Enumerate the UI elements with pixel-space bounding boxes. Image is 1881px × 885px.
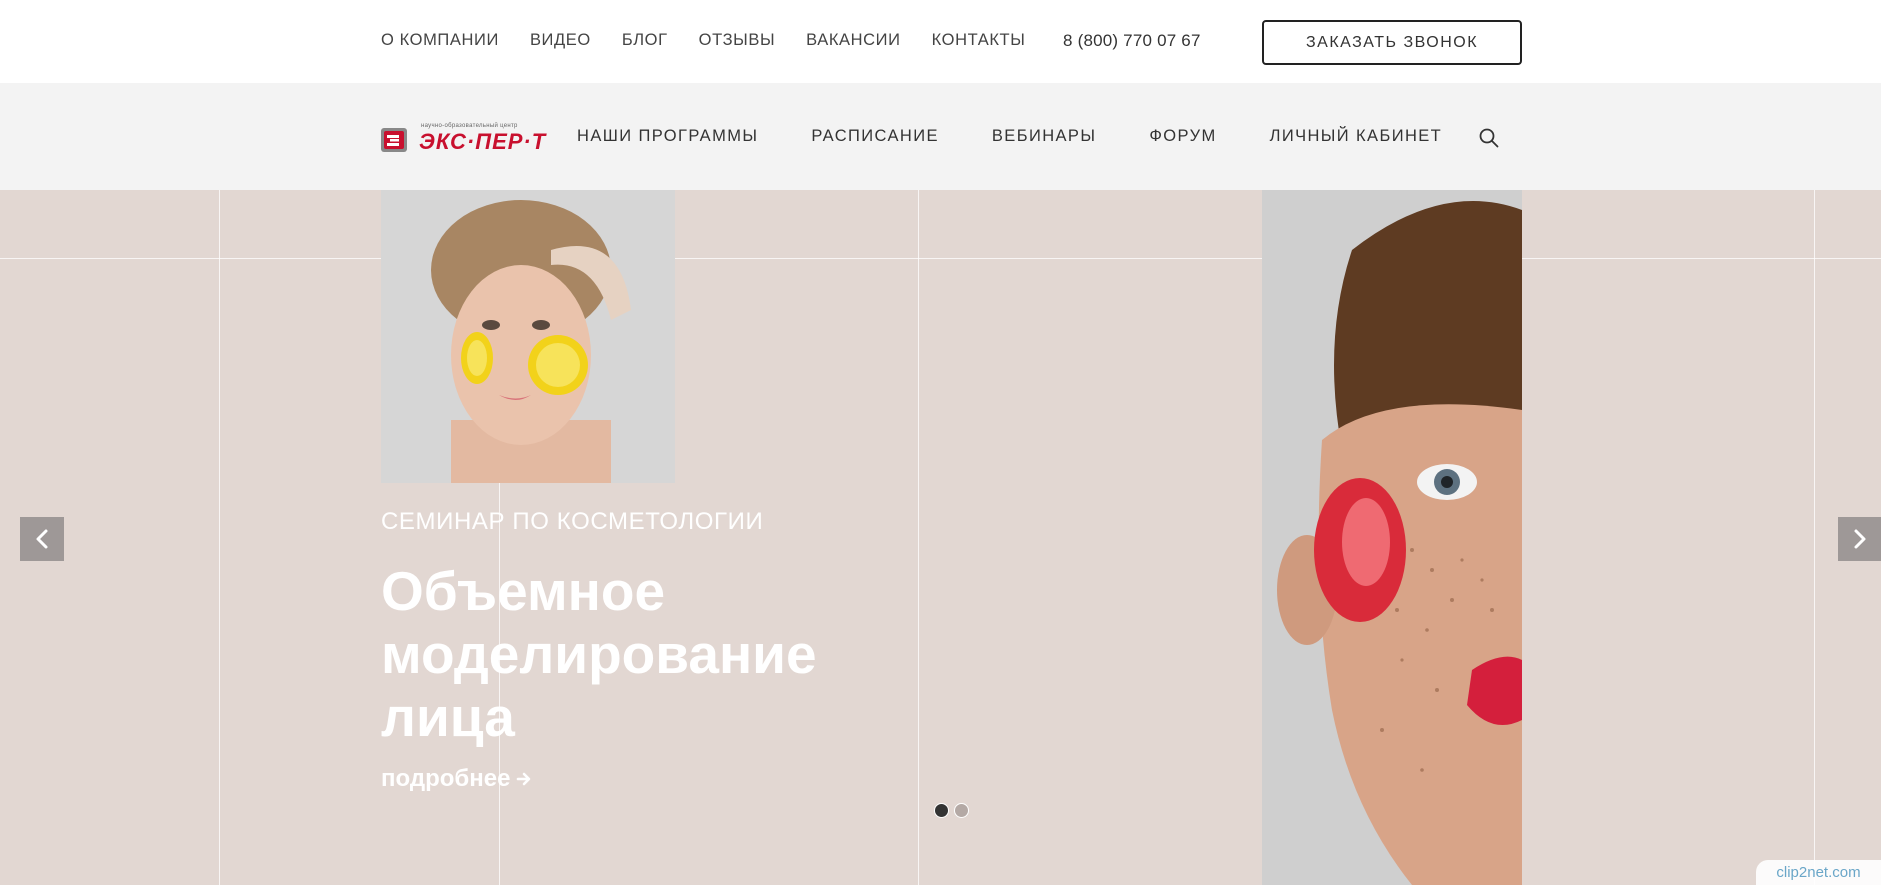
- main-nav-forum[interactable]: ФОРУМ: [1149, 127, 1216, 146]
- portrait-lemon-illustration: [381, 190, 675, 483]
- logo-wordmark: ЭКС·ПЕР·Т: [419, 129, 547, 154]
- model-photo-strawberry: [1262, 190, 1522, 885]
- grid-line: [219, 190, 220, 885]
- top-nav-vacancies[interactable]: ВАКАНСИИ: [806, 31, 900, 50]
- slider-prev-button[interactable]: [20, 517, 64, 561]
- slider-dot-1[interactable]: [934, 803, 949, 818]
- top-nav-contacts[interactable]: КОНТАКТЫ: [932, 31, 1026, 50]
- model-photo-lemon: [381, 190, 675, 483]
- main-nav-account[interactable]: ЛИЧНЫЙ КАБИНЕТ: [1270, 127, 1443, 146]
- more-link-label: подробнее: [381, 765, 511, 792]
- main-nav-bar: научно-образовательный центр ЭКС·ПЕР·Т Н…: [0, 83, 1881, 190]
- search-icon[interactable]: [1478, 127, 1500, 149]
- top-nav-blog[interactable]: БЛОГ: [622, 31, 668, 50]
- hero-title-line: Объемное: [381, 560, 666, 622]
- main-nav-programs[interactable]: НАШИ ПРОГРАММЫ: [577, 127, 758, 146]
- hero-title-line: моделирование: [381, 623, 817, 685]
- logo[interactable]: научно-образовательный центр ЭКС·ПЕР·Т: [381, 123, 551, 155]
- top-nav-reviews[interactable]: ОТЗЫВЫ: [699, 31, 776, 50]
- slider-next-button[interactable]: [1838, 517, 1881, 561]
- main-nav-webinars[interactable]: ВЕБИНАРЫ: [992, 127, 1096, 146]
- hero-title: Объемное моделирование лица: [381, 560, 941, 749]
- hero-title-line: лица: [381, 686, 515, 748]
- top-bar: О КОМПАНИИ ВИДЕО БЛОГ ОТЗЫВЫ ВАКАНСИИ КО…: [0, 0, 1881, 83]
- top-nav: О КОМПАНИИ ВИДЕО БЛОГ ОТЗЫВЫ ВАКАНСИИ КО…: [381, 31, 1025, 50]
- more-link[interactable]: подробнее: [381, 765, 532, 793]
- portrait-strawberry-illustration: [1262, 190, 1522, 885]
- slider-dots: [934, 803, 969, 818]
- arrow-right-icon: [517, 772, 531, 786]
- top-nav-about[interactable]: О КОМПАНИИ: [381, 31, 499, 50]
- chevron-right-icon: [1854, 529, 1866, 549]
- grid-line: [1814, 190, 1815, 885]
- hero-subtitle: СЕМИНАР ПО КОСМЕТОЛОГИИ: [381, 508, 764, 535]
- phone-number[interactable]: 8 (800) 770 07 67: [1063, 31, 1201, 51]
- logo-mark-icon: [381, 128, 407, 152]
- watermark: clip2net.com: [1756, 860, 1881, 885]
- top-nav-video[interactable]: ВИДЕО: [530, 31, 591, 50]
- grid-line: [918, 190, 919, 885]
- main-nav-schedule[interactable]: РАСПИСАНИЕ: [811, 127, 939, 146]
- chevron-left-icon: [36, 529, 48, 549]
- main-nav: НАШИ ПРОГРАММЫ РАСПИСАНИЕ ВЕБИНАРЫ ФОРУМ…: [577, 127, 1495, 146]
- grid-line: [0, 258, 1881, 259]
- order-call-button[interactable]: ЗАКАЗАТЬ ЗВОНОК: [1262, 20, 1522, 65]
- slider-dot-2[interactable]: [954, 803, 969, 818]
- hero-slider: СЕМИНАР ПО КОСМЕТОЛОГИИ Объемное моделир…: [0, 190, 1881, 885]
